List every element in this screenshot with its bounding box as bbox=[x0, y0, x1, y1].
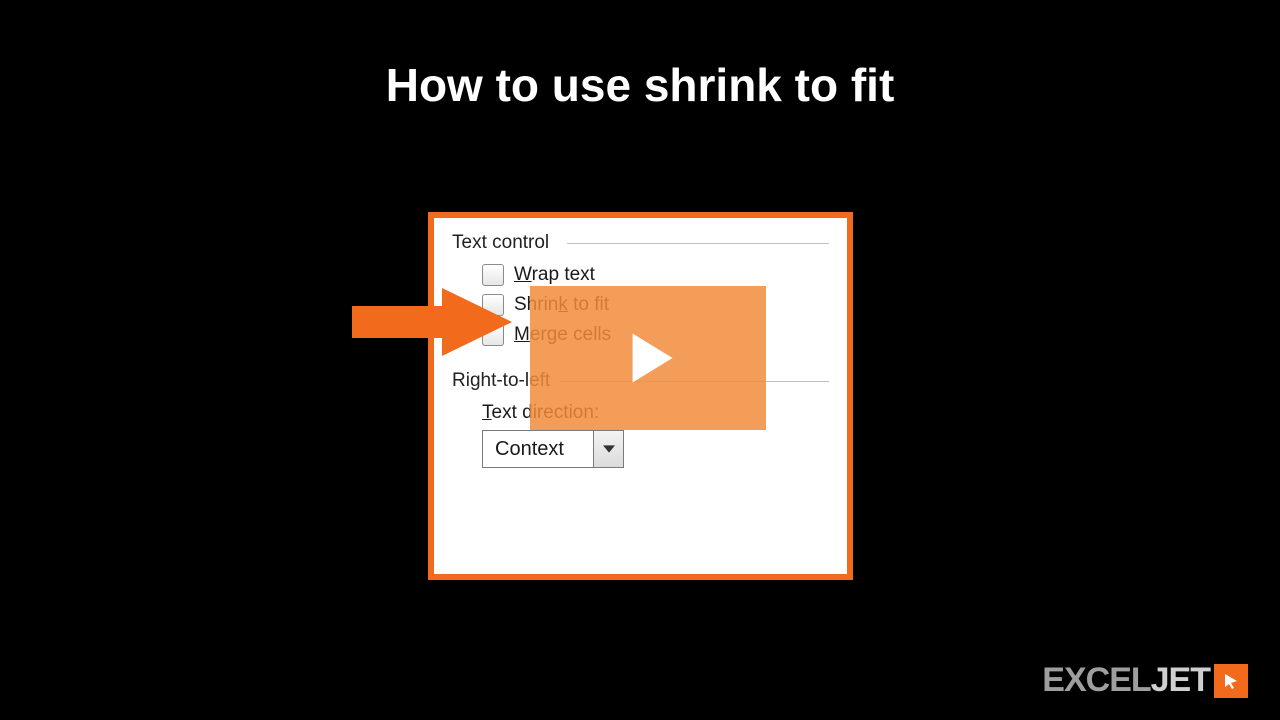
merge-cells-checkbox[interactable] bbox=[482, 324, 504, 346]
play-icon bbox=[613, 323, 683, 393]
cursor-icon bbox=[1221, 671, 1241, 691]
text-direction-value: Context bbox=[483, 431, 593, 467]
wrap-text-checkbox[interactable] bbox=[482, 264, 504, 286]
text-control-group-label: Text control bbox=[452, 232, 829, 254]
logo-mark bbox=[1214, 664, 1248, 698]
play-button[interactable] bbox=[530, 286, 766, 430]
chevron-down-icon bbox=[603, 443, 615, 455]
page-title: How to use shrink to fit bbox=[0, 58, 1280, 112]
text-control-legend-text: Text control bbox=[452, 232, 549, 253]
logo-text: EXCELJET bbox=[1042, 661, 1210, 700]
combo-dropdown-button[interactable] bbox=[593, 431, 623, 467]
wrap-text-label: Wrap text bbox=[514, 264, 595, 286]
shrink-to-fit-checkbox[interactable] bbox=[482, 294, 504, 316]
wrap-text-option[interactable]: Wrap text bbox=[482, 264, 829, 286]
video-thumbnail: How to use shrink to fit Text control Wr… bbox=[0, 0, 1280, 720]
exceljet-logo: EXCELJET bbox=[1042, 661, 1248, 700]
divider bbox=[567, 243, 829, 244]
text-direction-combo[interactable]: Context bbox=[482, 430, 624, 468]
